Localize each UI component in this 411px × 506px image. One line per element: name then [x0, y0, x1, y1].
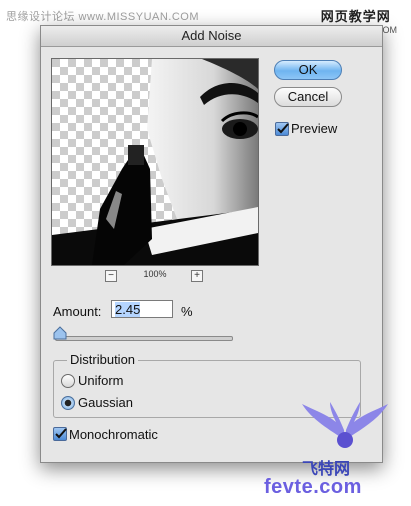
amount-input[interactable]: 2.45: [111, 300, 173, 318]
cancel-button[interactable]: Cancel: [274, 87, 342, 107]
preview-photo: [52, 59, 258, 265]
watermark-top-left: 思缘设计论坛 www.MISSYUAN.COM: [6, 11, 200, 23]
distribution-title: Distribution: [67, 352, 139, 367]
monochromatic-label: Monochromatic: [69, 427, 158, 442]
add-noise-dialog: Add Noise − 100% + OK Cancel Preview Amo…: [40, 25, 383, 463]
amount-label: Amount:: [53, 304, 102, 319]
preview-checkbox[interactable]: [275, 122, 289, 136]
fevte-logo: [302, 402, 388, 448]
radio-gaussian-label: Gaussian: [78, 395, 133, 410]
checkmark-icon: [277, 123, 289, 134]
ok-button[interactable]: OK: [274, 60, 342, 80]
monochromatic-checkbox[interactable]: [53, 427, 67, 441]
preview-label: Preview: [291, 121, 338, 136]
watermark-bottom-url: fevte.com: [264, 476, 362, 498]
zoom-level: 100%: [143, 269, 167, 279]
radio-gaussian[interactable]: [61, 396, 75, 410]
radio-uniform[interactable]: [61, 374, 75, 388]
amount-value: 2.45: [115, 302, 141, 317]
filter-preview-image[interactable]: [51, 58, 259, 266]
radio-uniform-label: Uniform: [78, 373, 124, 388]
amount-slider-thumb[interactable]: [53, 326, 67, 340]
amount-unit: %: [181, 304, 193, 319]
dialog-title: Add Noise: [41, 26, 382, 47]
zoom-in-button[interactable]: +: [191, 270, 203, 282]
zoom-controls: − 100% +: [51, 269, 259, 283]
watermark-top-right-cn: 网页教学网: [320, 9, 391, 24]
amount-slider[interactable]: [55, 336, 233, 341]
checkmark-icon: [55, 428, 67, 439]
